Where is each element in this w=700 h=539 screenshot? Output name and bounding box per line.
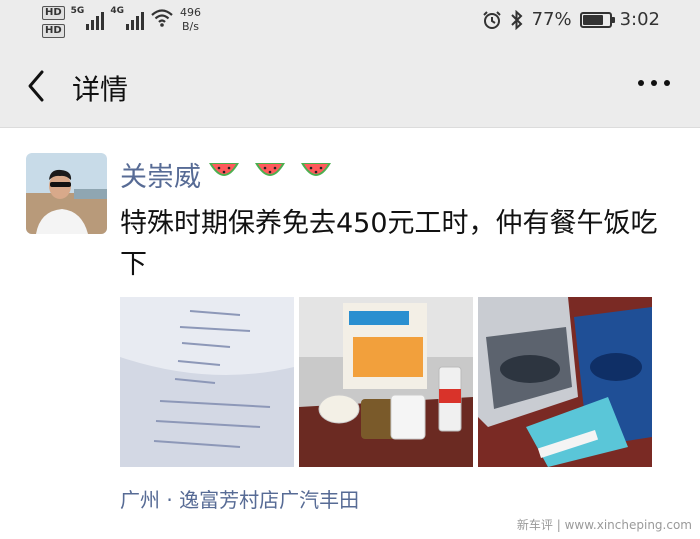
signal-icon-2: 4G [110, 6, 144, 30]
alarm-icon [482, 10, 501, 29]
post-location[interactable]: 广州 · 逸富芳村店广汽丰田 [120, 484, 359, 513]
brochure-photo[interactable] [478, 297, 652, 467]
watermelon-icon [209, 163, 239, 176]
status-bar: HD HD 5G 4G 496 B/s 77% 3:02 [0, 0, 700, 44]
battery-percent: 77% [531, 9, 572, 30]
username-emojis [207, 159, 333, 189]
status-time: 3:02 [619, 9, 660, 30]
signal-icon: 5G [71, 6, 105, 30]
watermelon-icon [301, 163, 331, 176]
username-text[interactable]: 关崇威 [120, 155, 201, 194]
more-dots-icon[interactable] [638, 80, 670, 86]
watermark: 新车评 | www.xincheping.com [516, 518, 692, 532]
sim1-network-label: 5G [70, 6, 85, 16]
wifi-icon [151, 9, 173, 27]
avatar[interactable] [26, 153, 107, 234]
sim2-network-label: 4G [110, 6, 124, 16]
lunch-tray-photo[interactable] [299, 297, 473, 467]
hd-voice-badge-2: HD [42, 24, 65, 38]
battery-icon [579, 11, 615, 28]
page-title: 详情 [72, 73, 129, 106]
document-photo[interactable] [120, 297, 294, 467]
bluetooth-icon [510, 9, 523, 30]
username[interactable]: 关崇威 [120, 154, 333, 194]
post-text: 特殊时期保养免去450元工时，仲有餐午饭吃下 [120, 208, 658, 280]
hd-voice-badge-1: HD [42, 6, 65, 20]
nav-bar: 详情 [0, 44, 700, 128]
chevron-left-icon[interactable] [22, 66, 52, 106]
watermelon-icon [255, 163, 285, 176]
network-speed: 496 B/s [179, 6, 201, 33]
